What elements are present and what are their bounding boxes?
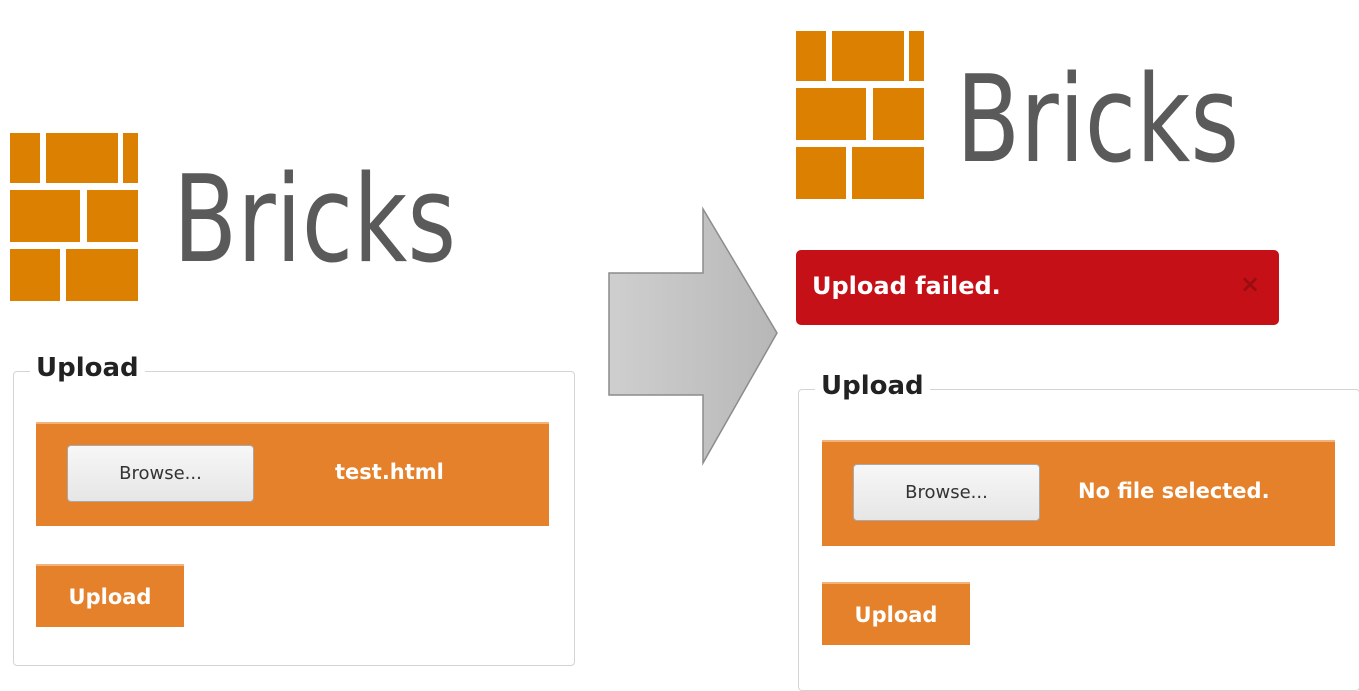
before-panel: Bricks Upload Browse... test.html Upload xyxy=(0,0,590,679)
close-icon[interactable]: × xyxy=(1240,272,1260,296)
bricks-logo: Bricks xyxy=(796,31,1240,201)
selected-file-name: test.html xyxy=(335,460,444,484)
bricks-logo-icon xyxy=(796,31,924,199)
upload-fieldset: Upload Browse... No file selected. Uploa… xyxy=(798,373,1359,691)
logo-text: Bricks xyxy=(173,151,457,290)
alert-message: Upload failed. xyxy=(812,272,1001,300)
upload-fieldset: Upload Browse... test.html Upload xyxy=(13,355,575,666)
right-arrow-icon xyxy=(608,206,778,466)
bricks-logo-icon xyxy=(10,133,138,301)
browse-button[interactable]: Browse... xyxy=(853,464,1040,521)
bricks-logo: Bricks xyxy=(10,133,456,303)
logo-text: Bricks xyxy=(956,51,1240,190)
after-panel: Bricks Upload failed. × Upload Browse...… xyxy=(790,0,1359,691)
browse-button[interactable]: Browse... xyxy=(67,445,254,502)
upload-legend: Upload xyxy=(815,373,930,399)
file-input-bar: Browse... No file selected. xyxy=(822,440,1335,546)
upload-button[interactable]: Upload xyxy=(822,582,970,645)
upload-button[interactable]: Upload xyxy=(36,564,184,627)
selected-file-name: No file selected. xyxy=(1078,479,1270,503)
error-alert: Upload failed. × xyxy=(796,250,1279,325)
file-input-bar: Browse... test.html xyxy=(36,422,549,526)
upload-legend: Upload xyxy=(30,355,145,381)
